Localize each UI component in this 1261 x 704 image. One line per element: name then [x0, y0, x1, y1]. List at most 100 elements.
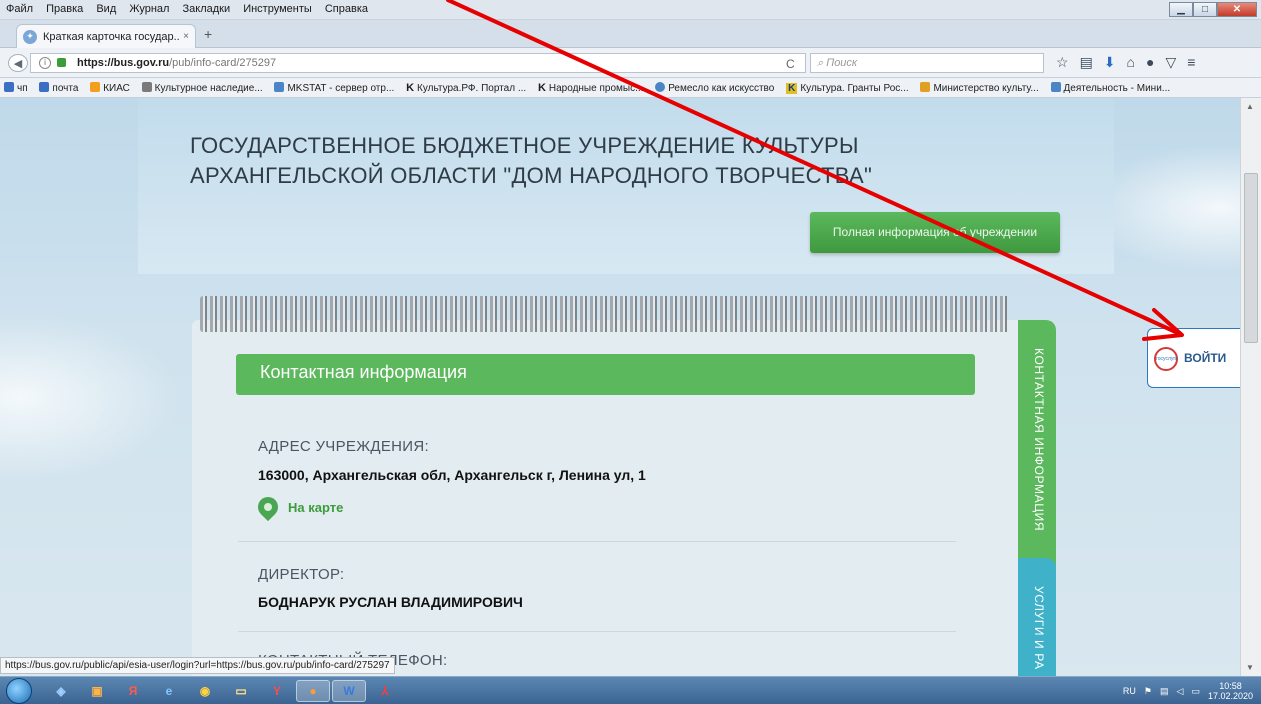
url-bar[interactable]: i https://bus.gov.ru/pub/info-card/27529…: [30, 53, 806, 73]
system-tray: RU ⚑ ▤ ◁ ▭ 10:58 17.02.2020: [1123, 681, 1253, 701]
menu-bookmarks[interactable]: Закладки: [183, 3, 231, 15]
volume-icon[interactable]: ◁: [1177, 686, 1184, 697]
taskbar-firefox-icon[interactable]: ●: [296, 680, 330, 702]
start-button[interactable]: [6, 678, 32, 704]
bookmark-item[interactable]: Культурное наследие...: [141, 82, 263, 94]
chat-icon[interactable]: ●: [1146, 54, 1154, 71]
home-icon[interactable]: ⌂: [1127, 54, 1135, 71]
bookmark-star-icon[interactable]: ☆: [1056, 54, 1069, 71]
login-button[interactable]: госуслуги ВОЙТИ: [1147, 328, 1240, 388]
navigation-bar: ◀ i https://bus.gov.ru/pub/info-card/275…: [0, 48, 1261, 78]
contact-section-header: Контактная информация: [236, 354, 975, 395]
bookmark-item[interactable]: MKSTAT - сервер отр...: [274, 82, 394, 94]
menu-edit[interactable]: Правка: [46, 3, 83, 15]
bookmark-icon: [920, 82, 931, 92]
bookmark-item[interactable]: K Народные промыс...: [537, 82, 643, 94]
scroll-thumb[interactable]: [1244, 173, 1258, 343]
tab-title: Краткая карточка государ...: [43, 30, 180, 43]
search-icon: ⌕: [817, 57, 827, 69]
divider: [238, 631, 956, 632]
bookmark-icon: [1050, 82, 1061, 92]
taskbar-word-icon[interactable]: W: [332, 680, 366, 702]
new-tab-button[interactable]: +: [204, 26, 212, 42]
bookmark-item[interactable]: почта: [39, 82, 78, 94]
page-title: ГОСУДАРСТВЕННОЕ БЮДЖЕТНОЕ УЧРЕЖДЕНИЕ КУЛ…: [190, 131, 1010, 191]
k-logo-icon: K: [537, 82, 546, 94]
map-pin-icon: [253, 492, 283, 522]
k-logo-icon: K: [786, 83, 798, 94]
reload-icon[interactable]: C: [786, 57, 795, 71]
page-viewport: ГОСУДАРСТВЕННОЕ БЮДЖЕТНОЕ УЧРЕЖДЕНИЕ КУЛ…: [0, 98, 1240, 676]
clock[interactable]: 10:58 17.02.2020: [1208, 681, 1253, 701]
tab-close-icon[interactable]: ×: [183, 31, 189, 42]
full-info-button[interactable]: Полная информация об учреждении: [810, 212, 1060, 253]
bookmark-item[interactable]: Ремесло как искусство: [655, 82, 774, 94]
taskbar-ie-icon[interactable]: e: [152, 680, 186, 702]
taskbar-yandex-browser-icon[interactable]: Y: [260, 680, 294, 702]
menu-tools[interactable]: Инструменты: [243, 3, 312, 15]
pocket-icon[interactable]: ▽: [1165, 54, 1176, 71]
scroll-up-icon[interactable]: ▲: [1246, 102, 1254, 111]
taskbar-app-icon[interactable]: ◈: [44, 680, 78, 702]
bookmark-item[interactable]: чп: [4, 82, 28, 94]
bookmark-item[interactable]: КИАС: [90, 82, 130, 94]
language-indicator[interactable]: RU: [1123, 686, 1136, 696]
scroll-down-icon[interactable]: ▼: [1246, 663, 1254, 672]
menu-items: Файл Правка Вид Журнал Закладки Инструме…: [6, 3, 378, 15]
tab-contact-info-label: КОНТАКТНАЯ ИНФОРМАЦИЯ: [1032, 348, 1046, 532]
page-title-line1: ГОСУДАРСТВЕННОЕ БЮДЖЕТНОЕ УЧРЕЖДЕНИЕ КУЛ…: [190, 133, 859, 158]
network-icon[interactable]: ▤: [1160, 686, 1169, 697]
lock-icon: [57, 58, 66, 67]
menu-file[interactable]: Файл: [6, 3, 33, 15]
bookmark-icon: [4, 82, 14, 92]
menu-help[interactable]: Справка: [325, 3, 368, 15]
bookmark-icon: [141, 82, 152, 92]
window-controls: ▁ □ ✕: [1169, 2, 1257, 17]
taskbar-app-icon[interactable]: ▣: [80, 680, 114, 702]
maximize-button[interactable]: □: [1193, 2, 1217, 17]
taskbar: ◈ ▣ Я e ◉ ▭ Y ● W ⅄ RU ⚑ ▤ ◁ ▭ 10:58 17.…: [0, 676, 1261, 704]
back-button[interactable]: ◀: [8, 54, 28, 72]
map-link[interactable]: На карте: [253, 492, 344, 522]
taskbar-yandex-icon[interactable]: Я: [116, 680, 150, 702]
bookmark-item[interactable]: K Культура.РФ. Портал ...: [406, 82, 526, 94]
taskbar-chrome-icon[interactable]: ◉: [188, 680, 222, 702]
address-label: АДРЕС УЧРЕЖДЕНИЯ:: [258, 438, 429, 455]
bookmark-item[interactable]: Деятельность - Мини...: [1050, 82, 1170, 94]
favicon-icon: ✦: [23, 29, 37, 44]
search-placeholder: Поиск: [826, 57, 858, 69]
bookmark-icon: [655, 82, 666, 92]
url-path: /pub/info-card/275297: [169, 57, 277, 69]
display-icon[interactable]: ▭: [1191, 686, 1200, 697]
tab-services[interactable]: УСЛУГИ И РА: [1018, 558, 1056, 676]
flag-icon[interactable]: ⚑: [1144, 686, 1152, 697]
clock-date: 17.02.2020: [1207, 691, 1253, 701]
bookmark-item[interactable]: K Культура. Гранты Рос...: [786, 83, 909, 94]
menu-history[interactable]: Журнал: [129, 3, 169, 15]
bookmark-item[interactable]: Министерство культу...: [920, 82, 1039, 94]
reading-list-icon[interactable]: ▤: [1080, 54, 1093, 71]
info-icon[interactable]: i: [39, 57, 51, 69]
browser-tab[interactable]: ✦ Краткая карточка государ... ×: [16, 24, 196, 48]
bookmark-icon: [274, 82, 285, 92]
close-window-button[interactable]: ✕: [1217, 2, 1257, 17]
tab-services-label: УСЛУГИ И РА: [1032, 586, 1046, 670]
page-scrollbar[interactable]: ▲ ▼: [1240, 98, 1261, 676]
search-input[interactable]: ⌕ Поиск: [810, 53, 1044, 73]
clock-time: 10:58: [1219, 681, 1242, 691]
menu-bar: Файл Правка Вид Журнал Закладки Инструме…: [0, 0, 1261, 20]
login-button-label: ВОЙТИ: [1184, 351, 1227, 365]
status-url-tooltip: https://bus.gov.ru/public/api/esia-user/…: [0, 657, 395, 674]
minimize-button[interactable]: ▁: [1169, 2, 1193, 17]
taskbar-folder-icon[interactable]: ▭: [224, 680, 258, 702]
page-header: ГОСУДАРСТВЕННОЕ БЮДЖЕТНОЕ УЧРЕЖДЕНИЕ КУЛ…: [138, 98, 1114, 274]
taskbar-pdf-icon[interactable]: ⅄: [368, 680, 402, 702]
menu-icon[interactable]: ≡: [1187, 54, 1195, 71]
director-value: БОДНАРУК РУСЛАН ВЛАДИМИРОВИЧ: [258, 594, 523, 610]
url-host: https://bus.gov.ru: [77, 57, 170, 69]
downloads-icon[interactable]: ⬇: [1104, 54, 1116, 71]
menu-view[interactable]: Вид: [96, 3, 116, 15]
bookmark-icon: [90, 82, 101, 92]
page-title-line2: АРХАНГЕЛЬСКОЙ ОБЛАСТИ "ДОМ НАРОДНОГО ТВО…: [190, 163, 873, 188]
map-link-label: На карте: [288, 499, 344, 515]
